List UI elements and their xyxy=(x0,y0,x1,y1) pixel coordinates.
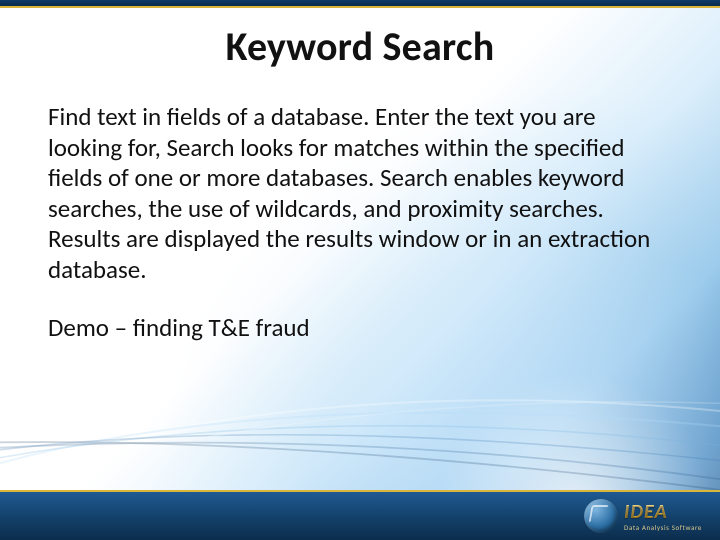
bottom-bar: IDEA Data Analysis Software xyxy=(0,490,720,540)
top-accent-line xyxy=(0,6,720,8)
background-streaks xyxy=(0,355,720,495)
logo-name: IDEA xyxy=(624,502,702,522)
slide: Keyword Search Find text in fields of a … xyxy=(0,0,720,540)
body-paragraph-1: Find text in fields of a database. Enter… xyxy=(48,102,660,285)
logo-subtitle: Data Analysis Software xyxy=(624,524,702,531)
body-paragraph-2: Demo – finding T&E fraud xyxy=(48,313,660,344)
logo-globe-icon xyxy=(584,499,618,533)
brand-logo: IDEA Data Analysis Software xyxy=(584,498,702,534)
logo-text: IDEA Data Analysis Software xyxy=(624,502,702,531)
slide-body: Find text in fields of a database. Enter… xyxy=(48,102,660,372)
slide-title: Keyword Search xyxy=(0,22,720,71)
